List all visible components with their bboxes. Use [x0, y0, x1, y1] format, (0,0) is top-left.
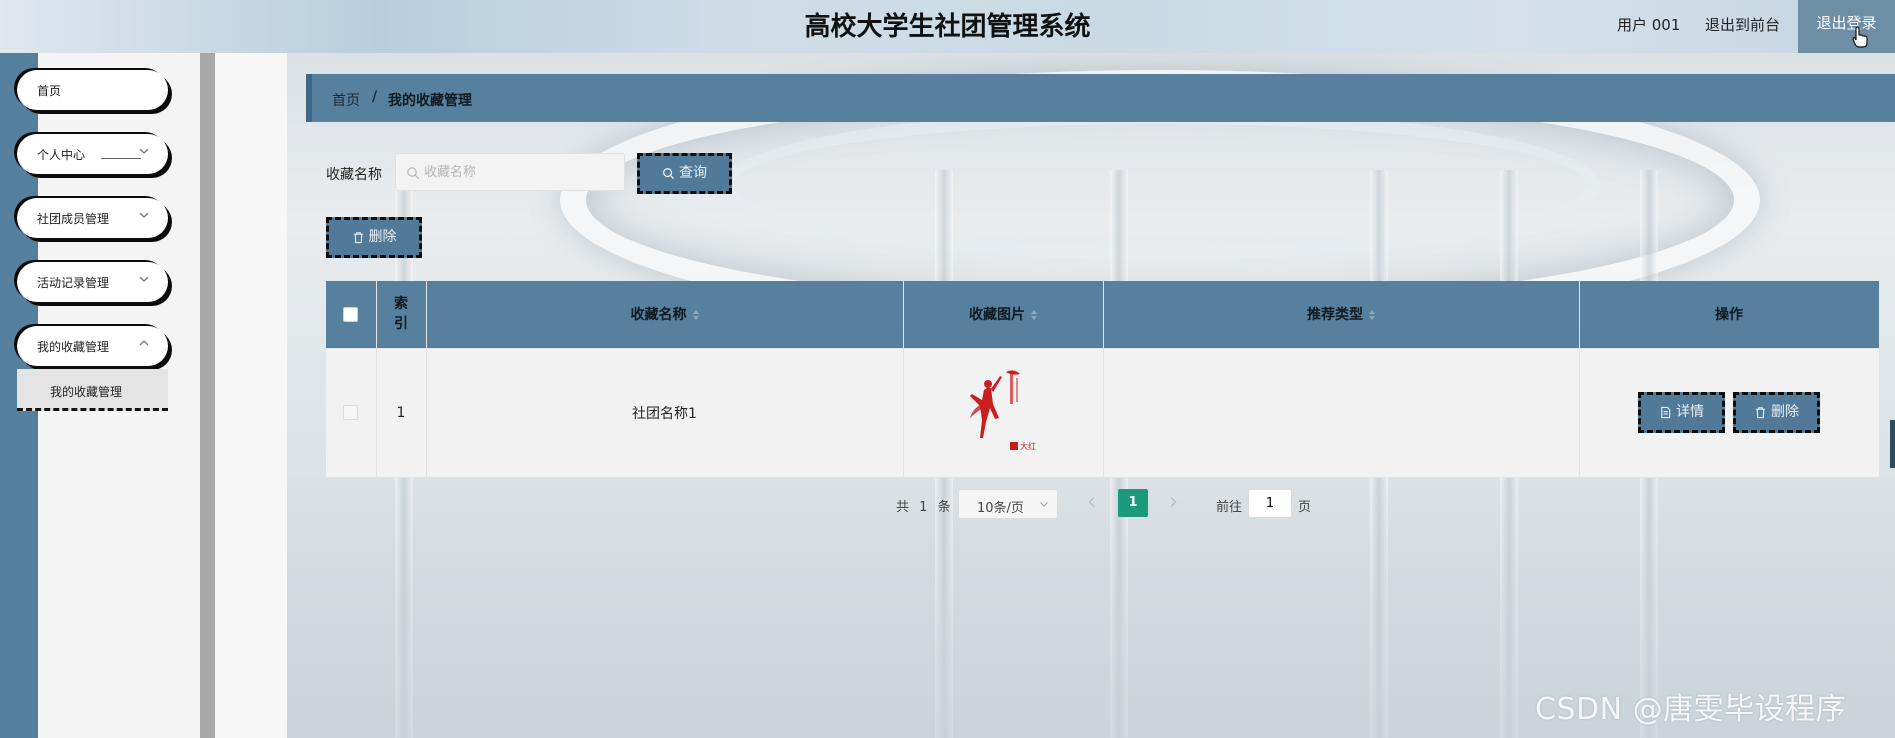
column-header-actions: 操作 — [1579, 281, 1880, 349]
goto-label: 前往 — [1216, 500, 1243, 515]
sort-icon — [692, 310, 699, 321]
search-label: 收藏名称 — [326, 167, 382, 183]
sidebar-item-member-management[interactable]: 社团成员管理 — [17, 198, 168, 238]
detail-button-label: 详情 — [1676, 404, 1704, 420]
row-delete-label: 删除 — [1771, 404, 1799, 420]
batch-delete-label: 删除 — [368, 229, 397, 245]
pagination-total: 共 1 条 — [896, 500, 951, 515]
row-checkbox[interactable] — [343, 405, 359, 420]
csdn-watermark: CSDN @唐雯毕设程序 — [1535, 692, 1847, 727]
query-button-label: 查询 — [679, 165, 707, 181]
sidebar-item-label: 个人中心 — [37, 148, 86, 162]
search-icon — [663, 167, 675, 179]
row-index: 1 — [376, 348, 427, 478]
favorite-thumbnail-image[interactable]: 大红 — [966, 366, 1040, 456]
column-header-name[interactable]: 收藏名称 — [426, 281, 904, 349]
search-icon — [407, 167, 419, 179]
breadcrumb-home[interactable]: 首页 — [332, 90, 360, 110]
breadcrumb: 首页 / 我的收藏管理 — [306, 74, 1895, 122]
breadcrumb-separator: / — [372, 89, 378, 105]
chevron-down-icon — [139, 212, 149, 218]
sidebar-item-favorites[interactable]: 我的收藏管理 — [17, 326, 168, 366]
row-recommend-type — [1103, 348, 1580, 478]
row-actions-cell: 详情 删除 — [1579, 348, 1880, 478]
favorites-table: 索引 收藏名称 收藏图片 推荐类型 操作 1 社团名称1 大红 详情 删除 — [326, 281, 1880, 478]
select-all-checkbox[interactable] — [343, 306, 359, 322]
chevron-right-icon — [1170, 497, 1177, 507]
column-header-recommend-type[interactable]: 推荐类型 — [1103, 281, 1580, 349]
prev-page-button[interactable] — [1087, 496, 1097, 524]
page-suffix-label: 页 — [1298, 500, 1312, 515]
top-header: 高校大学生社团管理系统 用户 001 退出到前台 退出登录 — [0, 0, 1895, 53]
row-image-cell: 大红 — [903, 348, 1104, 478]
back-to-front-link[interactable]: 退出到前台 — [1705, 14, 1780, 35]
system-title: 高校大学生社团管理系统 — [804, 12, 1091, 42]
chevron-down-icon — [139, 148, 149, 154]
goto-page-input[interactable] — [1249, 490, 1291, 517]
sidebar-item-activity-records[interactable]: 活动记录管理 — [17, 262, 168, 302]
trash-icon — [1755, 406, 1766, 418]
row-select-cell — [326, 348, 377, 478]
sidebar-item-personal-center[interactable]: 个人中心 — [17, 134, 168, 174]
row-name: 社团名称1 — [426, 348, 904, 478]
search-input[interactable] — [424, 154, 619, 190]
hand-pointer-icon — [1852, 26, 1868, 48]
chevron-down-icon — [1040, 502, 1048, 507]
goto-page-field — [1248, 489, 1292, 518]
sidebar-item-label: 活动记录管理 — [37, 276, 110, 290]
page-number-active[interactable]: 1 — [1118, 489, 1148, 517]
page-size-value: 10条/页 — [977, 501, 1024, 516]
select-all-cell — [326, 281, 377, 349]
sidebar-divider — [200, 53, 215, 738]
breadcrumb-current: 我的收藏管理 — [388, 93, 472, 109]
detail-button[interactable]: 详情 — [1638, 392, 1725, 433]
user-label: 用户 001 — [1617, 16, 1681, 34]
logout-button[interactable]: 退出登录 — [1798, 0, 1895, 53]
chevron-left-icon — [1088, 497, 1095, 507]
table-row: 1 社团名称1 大红 详情 删除 — [326, 348, 1880, 478]
document-icon — [1661, 406, 1671, 418]
table-header-row: 索引 收藏名称 收藏图片 推荐类型 操作 — [326, 281, 1880, 349]
column-header-index: 索引 — [376, 281, 427, 349]
sidebar-subitem-favorites[interactable]: 我的收藏管理 — [17, 369, 168, 411]
chevron-up-icon — [139, 340, 149, 346]
sidebar-item-label: 首页 — [37, 84, 62, 98]
content-left-gutter — [215, 53, 287, 738]
background-ring-inner — [720, 110, 1600, 260]
sort-icon — [1031, 310, 1037, 321]
sidebar-subitem-label: 我的收藏管理 — [50, 385, 123, 399]
page-size-select[interactable]: 10条/页 — [958, 489, 1058, 519]
scroll-indicator — [1890, 420, 1895, 468]
trash-icon — [353, 231, 363, 243]
chevron-down-icon — [139, 276, 149, 282]
sort-icon — [1369, 310, 1375, 321]
search-field — [395, 153, 625, 191]
query-button[interactable]: 查询 — [637, 153, 732, 194]
column-header-image[interactable]: 收藏图片 — [903, 281, 1104, 349]
sidebar-item-home[interactable]: 首页 — [17, 70, 168, 110]
row-delete-button[interactable]: 删除 — [1733, 392, 1820, 433]
thumbnail-caption: 大红 — [1020, 441, 1036, 451]
sidebar-item-label: 社团成员管理 — [37, 212, 110, 226]
total-count: 1 — [919, 500, 928, 515]
batch-delete-button[interactable]: 删除 — [326, 217, 422, 258]
sidebar-item-label: 我的收藏管理 — [37, 340, 110, 354]
next-page-button[interactable] — [1168, 496, 1178, 524]
underline-decoration — [101, 158, 141, 159]
